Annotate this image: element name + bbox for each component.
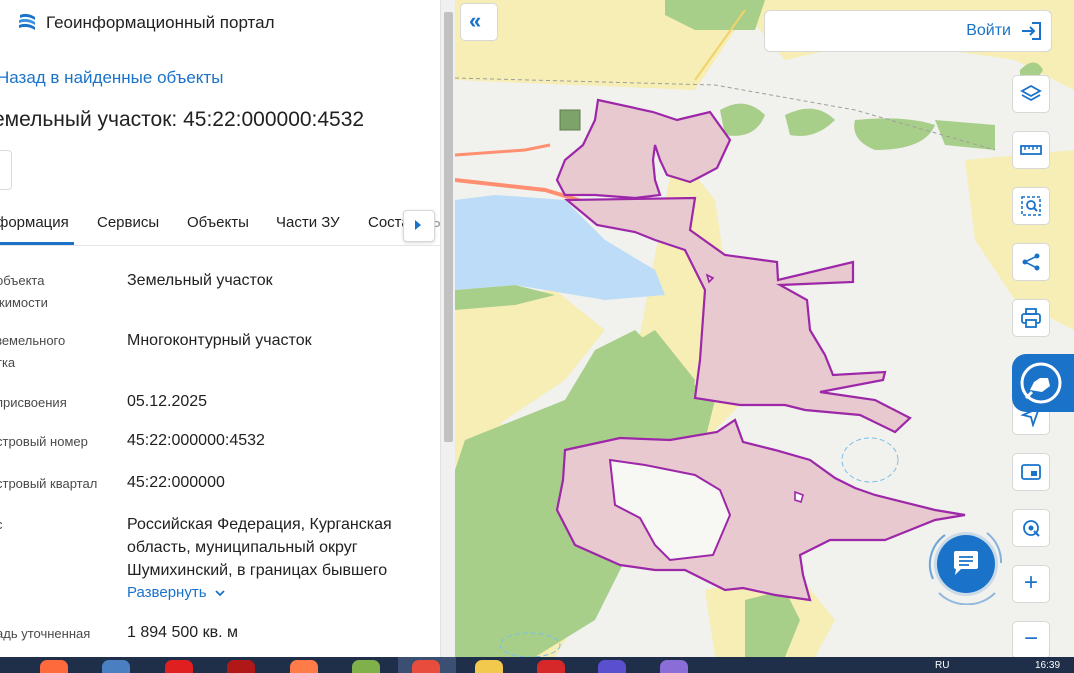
- field-label-area: адь уточненная: [0, 626, 91, 641]
- taskbar-opera-icon[interactable]: [165, 660, 193, 673]
- field-value-cadastral-number: 45:22:000000:4532: [127, 432, 265, 449]
- print-button[interactable]: [1012, 299, 1050, 337]
- expand-address-link[interactable]: Развернуть: [127, 584, 225, 601]
- chat-button[interactable]: [937, 535, 995, 593]
- taskbar-app-icon[interactable]: [660, 660, 688, 673]
- field-value-cadastral-quarter: 45:22:000000: [127, 474, 225, 491]
- forest-area: [720, 103, 765, 136]
- field-value-area: 1 894 500 кв. м: [127, 624, 239, 641]
- taskbar-app-icon[interactable]: [537, 660, 565, 673]
- collapse-panel-button[interactable]: «: [460, 3, 498, 41]
- tab-parts[interactable]: Части ЗУ: [276, 214, 340, 231]
- taskbar-clock[interactable]: 16:39: [1035, 660, 1060, 671]
- tab-information[interactable]: формация: [0, 214, 69, 231]
- area-search-icon: [1021, 196, 1041, 216]
- taskbar-app-icon[interactable]: [102, 660, 130, 673]
- zoom-in-button[interactable]: +: [1012, 565, 1050, 603]
- active-tab-indicator: [0, 242, 74, 245]
- field-value-address: Российская Федерация, Курганская область,…: [127, 516, 392, 579]
- zoom-out-button[interactable]: −: [1012, 621, 1050, 657]
- map-view[interactable]: « Войти + −: [455, 0, 1074, 657]
- back-link-label[interactable]: Назад в найденные объекты: [0, 68, 223, 87]
- taskbar-chrome-icon[interactable]: [412, 660, 440, 673]
- geolocation-icon: [1023, 520, 1040, 537]
- portal-logo-icon: [19, 13, 35, 30]
- tab-bar: формация Сервисы Объекты Части ЗУ Соста …: [0, 200, 440, 246]
- login-label[interactable]: Войти: [966, 22, 1011, 40]
- layers-button[interactable]: [1012, 75, 1050, 113]
- expand-label[interactable]: Развернуть: [127, 584, 207, 601]
- chat-icon: [954, 551, 978, 575]
- taskbar-app-icon[interactable]: [290, 660, 318, 673]
- taskbar-app-icon[interactable]: [227, 660, 255, 673]
- taskbar-app-icon[interactable]: [598, 660, 626, 673]
- assistant-badge-button[interactable]: [1012, 354, 1074, 412]
- double-chevron-left-icon: «: [469, 8, 482, 33]
- forest-area: [854, 118, 935, 150]
- panel-scrollbar[interactable]: [440, 0, 456, 657]
- taskbar-app-icon[interactable]: [40, 660, 68, 673]
- field-label-cadastral-quarter: стровый квартал: [0, 476, 98, 491]
- object-title: емельный участок: 45:22:000000:4532: [0, 108, 365, 131]
- share-icon: [1022, 253, 1040, 271]
- ruler-button[interactable]: [1012, 131, 1050, 169]
- scrollbar-thumb[interactable]: [444, 12, 453, 442]
- portal-title: Геоинформационный портал: [46, 13, 275, 32]
- field-label-land-type: земельноготка: [0, 333, 66, 370]
- tab-objects[interactable]: Объекты: [187, 214, 249, 231]
- minimap-icon: [1021, 464, 1041, 480]
- field-label-object-type: объекта жимости: [0, 273, 48, 310]
- forest-area: [785, 108, 835, 136]
- taskbar-folder-icon[interactable]: [475, 660, 503, 673]
- area-search-button[interactable]: [1012, 187, 1050, 225]
- field-value-object-type: Земельный участок: [127, 272, 273, 289]
- chat-bubble-icon: [1020, 362, 1062, 404]
- field-label-cadastral-number: стровый номер: [0, 434, 88, 449]
- geolocation-button[interactable]: [1012, 509, 1050, 547]
- forest-area: [559, 109, 581, 131]
- panel-action-button[interactable]: [0, 150, 12, 190]
- windows-taskbar: RU 16:39: [0, 657, 1074, 673]
- plus-icon: +: [1023, 569, 1038, 596]
- back-to-results-link[interactable]: Назад в найденные объекты: [0, 68, 223, 88]
- login-icon: [1022, 22, 1041, 40]
- road: [455, 143, 551, 157]
- field-value-land-type: Многоконтурный участок: [127, 332, 312, 349]
- taskbar-app-icon[interactable]: [352, 660, 380, 673]
- login-button[interactable]: Войти: [764, 10, 1052, 52]
- taskbar-active-app[interactable]: [398, 657, 456, 673]
- layers-icon: [1020, 84, 1042, 102]
- tabs-scroll-right-button[interactable]: [403, 210, 435, 242]
- minimap-button[interactable]: [1012, 453, 1050, 491]
- object-info-panel: Геоинформационный портал Назад в найденн…: [0, 0, 440, 657]
- field-label-address: с: [0, 514, 3, 536]
- minus-icon: −: [1023, 625, 1038, 652]
- ruler-icon: [1020, 145, 1042, 155]
- swamp-area: [841, 437, 899, 483]
- field-value-assign-date: 05.12.2025: [127, 393, 208, 410]
- parcel-contour-north: [555, 98, 732, 200]
- share-button[interactable]: [1012, 243, 1050, 281]
- forest-area: [935, 120, 995, 150]
- print-icon: [1021, 308, 1041, 328]
- field-label-assign-date: присвоения: [0, 395, 67, 410]
- chevron-right-icon: [415, 220, 421, 230]
- taskbar-language[interactable]: RU: [935, 660, 949, 671]
- chevron-down-icon: [214, 584, 225, 601]
- tab-services[interactable]: Сервисы: [97, 214, 159, 231]
